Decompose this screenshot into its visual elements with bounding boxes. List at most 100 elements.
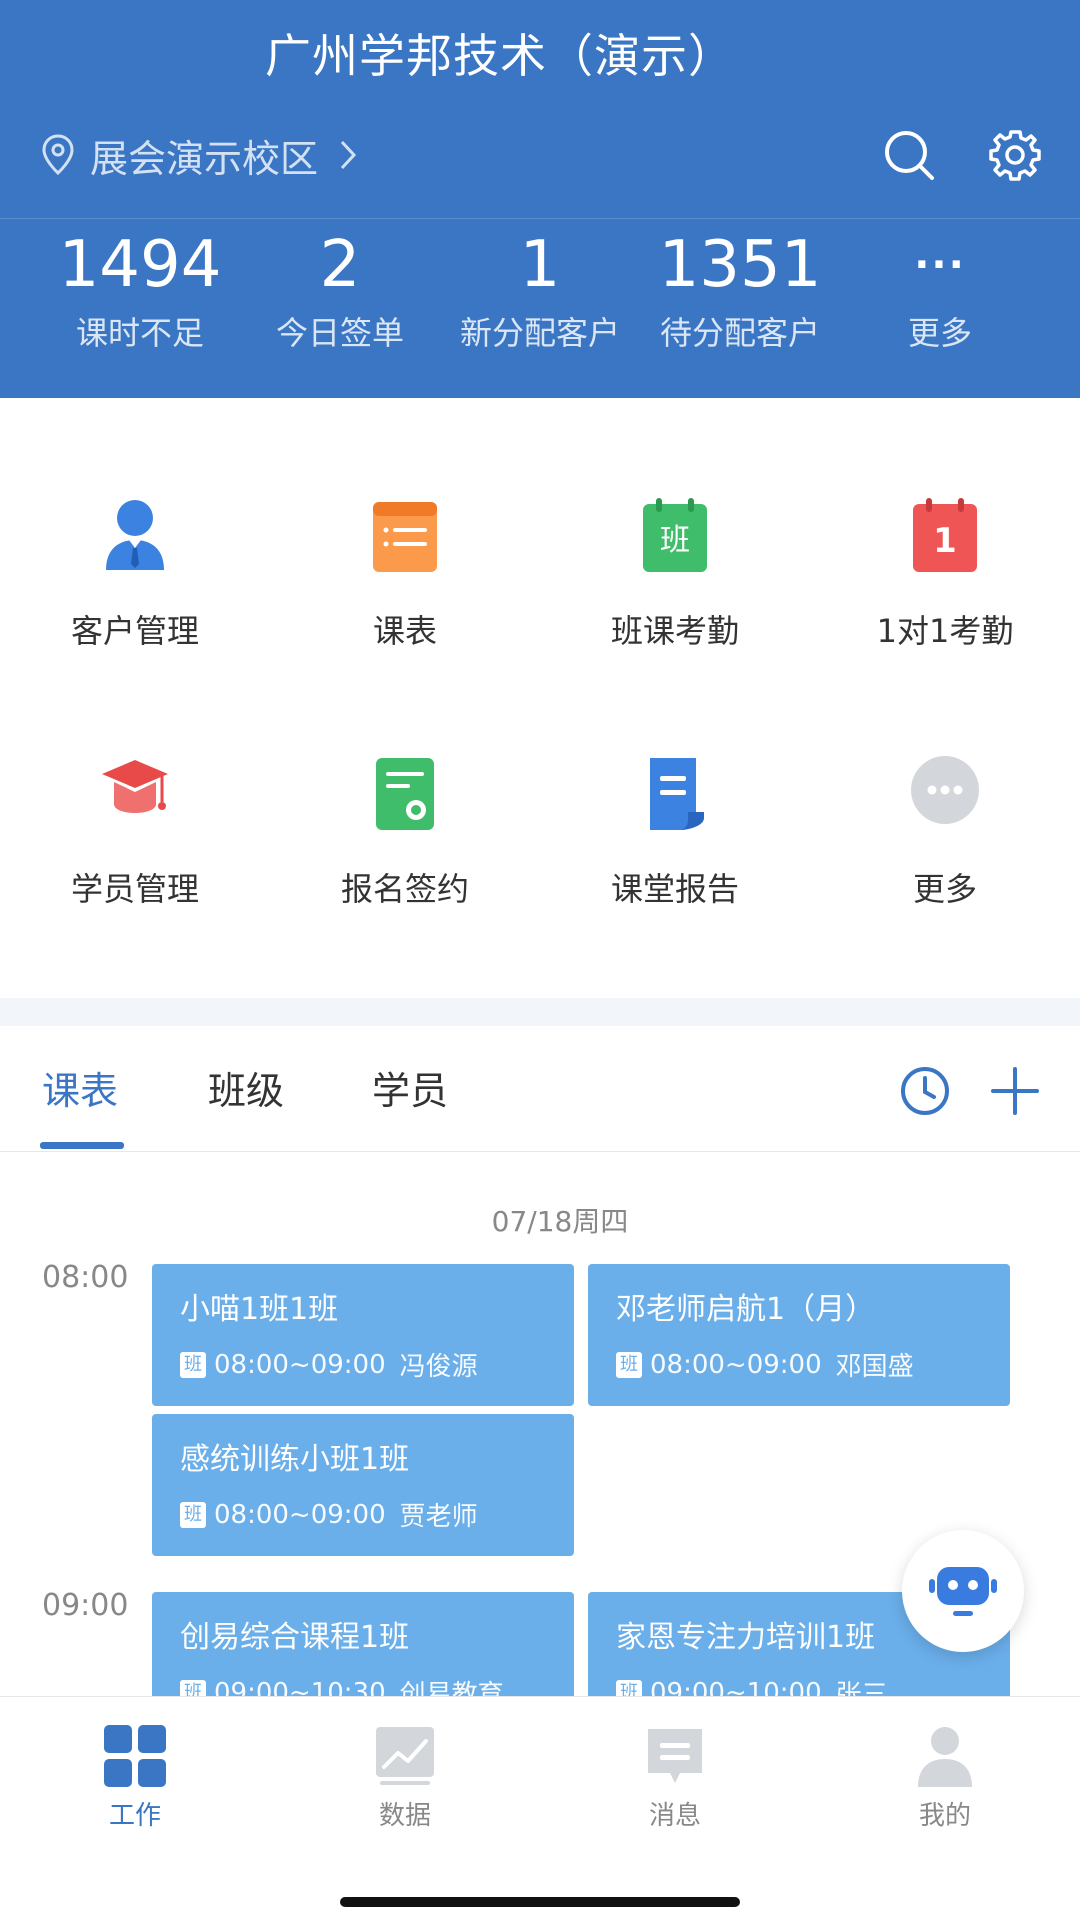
stat-new-assigned[interactable]: 1 新分配客户 xyxy=(440,222,640,358)
location-pin-icon xyxy=(42,134,74,176)
section-divider xyxy=(0,998,1080,1026)
calendar-glyph: 1 xyxy=(933,521,957,561)
campus-selector[interactable]: 展会演示校区 xyxy=(40,128,358,182)
nav-data[interactable]: 数据 xyxy=(305,1725,505,1832)
stat-label: 课时不足 xyxy=(75,314,204,352)
class-badge: 班 xyxy=(616,1679,642,1696)
one-on-one-icon: 1 xyxy=(913,498,977,572)
stats-bar: 1494 课时不足 2 今日签单 1 新分配客户 1351 待分配客户 ··· … xyxy=(0,222,1080,372)
function-grid: 客户管理 课表 班 班课考勤 1 1对1考勤 学员管理 报名签约 课堂报告 更多 xyxy=(0,398,1080,998)
grid-label: 课表 xyxy=(372,612,437,650)
customer-icon xyxy=(106,500,164,570)
grid-item-report[interactable]: 课堂报告 xyxy=(540,754,810,954)
course-meta: 班 08:00~09:00 邓国盛 xyxy=(616,1346,914,1383)
course-teacher: 贾老师 xyxy=(399,1502,478,1532)
nav-label: 我的 xyxy=(918,1801,971,1831)
course-name: 邓老师启航1（月） xyxy=(616,1292,876,1327)
grid-item-customer[interactable]: 客户管理 xyxy=(0,496,270,696)
nav-work[interactable]: 工作 xyxy=(35,1725,235,1832)
course-time: 08:00~09:00 xyxy=(214,1499,386,1530)
search-icon[interactable] xyxy=(882,128,936,182)
data-icon xyxy=(376,1727,434,1785)
grid-label: 学员管理 xyxy=(70,870,199,908)
course-card[interactable]: 小喵1班1班 班 08:00~09:00 冯俊源 xyxy=(152,1264,574,1406)
grid-label: 1对1考勤 xyxy=(876,612,1014,650)
course-card[interactable]: 创易综合课程1班 班 09:00~10:30 创易教育 xyxy=(152,1592,574,1696)
course-meta: 班 08:00~09:00 贾老师 xyxy=(180,1496,478,1533)
nav-label: 数据 xyxy=(378,1801,431,1831)
bottom-nav: 工作 数据 消息 我的 xyxy=(0,1696,1080,1920)
grid-label: 班课考勤 xyxy=(610,612,739,650)
course-teacher: 邓国盛 xyxy=(835,1352,914,1382)
stat-label: 今日签单 xyxy=(275,314,404,352)
class-badge: 班 xyxy=(180,1501,206,1528)
grid-item-student[interactable]: 学员管理 xyxy=(0,754,270,954)
course-time: 09:00~10:30 xyxy=(214,1677,386,1697)
grid-label: 客户管理 xyxy=(70,612,199,650)
message-icon xyxy=(648,1729,702,1783)
grid-label: 更多 xyxy=(912,870,977,908)
student-icon xyxy=(102,760,168,813)
grid-label: 课堂报告 xyxy=(610,870,739,908)
header-divider xyxy=(0,218,1080,219)
nav-messages[interactable]: 消息 xyxy=(575,1725,775,1832)
course-card[interactable]: 邓老师启航1（月） 班 08:00~09:00 邓国盛 xyxy=(588,1264,1010,1406)
home-indicator xyxy=(340,1897,740,1907)
grid-item-more[interactable]: 更多 xyxy=(810,754,1080,954)
header: 广州学邦技术（演示） 展会演示校区 1494 课时不足 2 今日签单 1 新分配… xyxy=(0,0,1080,398)
stat-label: 新分配客户 xyxy=(459,314,620,352)
tab-schedule[interactable]: 课表 xyxy=(42,1060,118,1115)
grid-label: 报名签约 xyxy=(340,870,469,908)
active-tab-indicator xyxy=(40,1142,124,1149)
chevron-right-icon xyxy=(340,140,357,170)
course-teacher: 张三 xyxy=(835,1680,888,1696)
plus-icon[interactable] xyxy=(988,1064,1042,1118)
assistant-robot-button[interactable] xyxy=(902,1530,1024,1652)
course-card[interactable]: 感统训练小班1班 班 08:00~09:00 贾老师 xyxy=(152,1414,574,1556)
course-time: 08:00~09:00 xyxy=(650,1349,822,1380)
nav-label: 工作 xyxy=(108,1801,161,1831)
grid-item-one-on-one[interactable]: 1 1对1考勤 xyxy=(810,496,1080,696)
class-badge: 班 xyxy=(180,1351,206,1378)
campus-name: 展会演示校区 xyxy=(90,136,319,181)
course-time: 08:00~09:00 xyxy=(214,1349,386,1380)
course-teacher: 冯俊源 xyxy=(399,1352,478,1382)
course-name: 家恩专注力培训1班 xyxy=(616,1620,876,1655)
class-badge: 班 xyxy=(616,1351,642,1378)
schedule-icon xyxy=(373,502,437,572)
tab-classes[interactable]: 班级 xyxy=(208,1060,284,1115)
class-badge: 班 xyxy=(180,1679,206,1696)
course-meta: 班 08:00~09:00 冯俊源 xyxy=(180,1346,478,1383)
profile-icon xyxy=(918,1727,972,1787)
grid-item-class-attendance[interactable]: 班 班课考勤 xyxy=(540,496,810,696)
course-meta: 班 09:00~10:30 创易教育 xyxy=(180,1674,504,1696)
gear-icon[interactable] xyxy=(988,128,1042,182)
enroll-icon xyxy=(376,758,434,830)
page-title: 广州学邦技术（演示） xyxy=(265,29,735,83)
stat-value: 1351 xyxy=(658,228,822,302)
course-name: 创易综合课程1班 xyxy=(180,1620,410,1655)
stat-today-signed[interactable]: 2 今日签单 xyxy=(240,222,440,358)
nav-label: 消息 xyxy=(648,1801,701,1831)
time-label: 09:00 xyxy=(42,1588,129,1623)
course-time: 09:00~10:00 xyxy=(650,1677,822,1697)
stat-value: 1 xyxy=(519,228,561,302)
stat-insufficient-hours[interactable]: 1494 课时不足 xyxy=(40,222,240,358)
tab-students[interactable]: 学员 xyxy=(372,1060,448,1115)
stat-value: 1494 xyxy=(58,228,222,302)
stat-pending-assign[interactable]: 1351 待分配客户 xyxy=(640,222,840,358)
stat-label: 更多 xyxy=(907,314,972,352)
report-icon xyxy=(650,758,704,830)
time-label: 08:00 xyxy=(42,1260,129,1295)
stat-value: 2 xyxy=(319,228,361,302)
more-icon xyxy=(911,756,979,824)
robot-icon xyxy=(929,1567,997,1616)
tab-bar: 课表 班级 学员 xyxy=(0,1026,1080,1152)
calendar-glyph: 班 xyxy=(660,523,690,558)
clock-icon[interactable] xyxy=(898,1064,952,1118)
course-name: 小喵1班1班 xyxy=(180,1292,339,1327)
stat-more[interactable]: ··· 更多 xyxy=(840,222,1040,358)
grid-item-enroll[interactable]: 报名签约 xyxy=(270,754,540,954)
grid-item-schedule[interactable]: 课表 xyxy=(270,496,540,696)
nav-profile[interactable]: 我的 xyxy=(845,1725,1045,1832)
